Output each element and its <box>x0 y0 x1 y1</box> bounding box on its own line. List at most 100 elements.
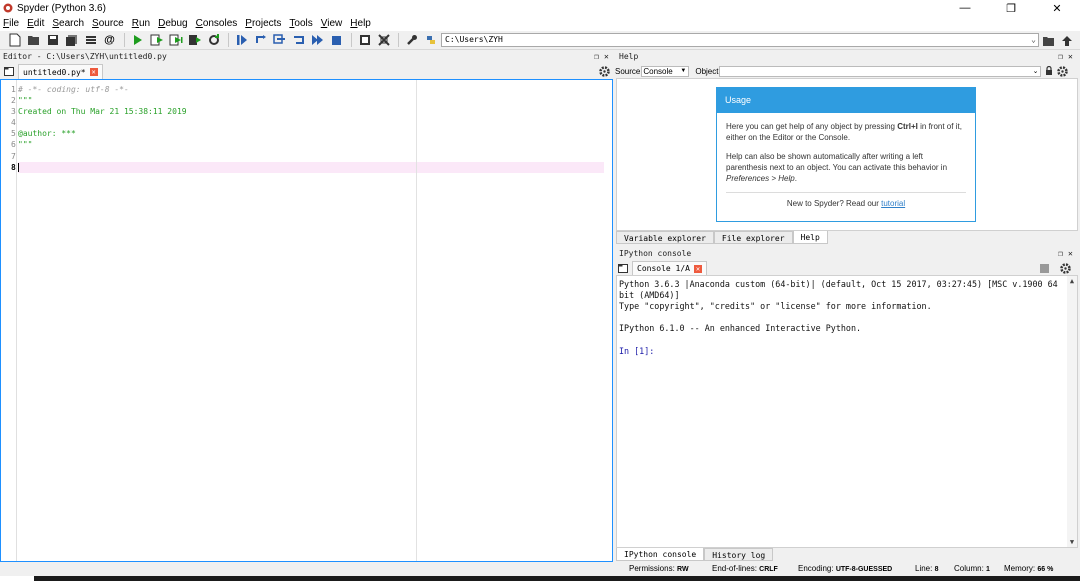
code-editor[interactable]: 1 # -*- coding: utf-8 -*- 2 """ 3 Create… <box>0 79 613 562</box>
close-tab-icon[interactable]: ✕ <box>89 68 98 76</box>
menu-view[interactable]: View <box>321 18 343 29</box>
memory-status: Memory: 66 % <box>1004 562 1053 577</box>
tab-untitled0[interactable]: untitled0.py* ✕ <box>18 64 103 79</box>
status-label: Line: <box>915 564 933 573</box>
eol-status: End-of-lines: CRLF <box>712 562 778 577</box>
menu-file[interactable]: File <box>3 18 19 29</box>
tab-console-1a[interactable]: Console 1/A ✕ <box>632 260 707 276</box>
menu-search[interactable]: Search <box>52 18 84 29</box>
step-into-icon[interactable] <box>271 32 288 49</box>
chevron-down-icon[interactable]: ⌄ <box>1031 34 1036 46</box>
fullscreen-icon[interactable] <box>375 32 392 49</box>
save-icon[interactable] <box>44 32 61 49</box>
options-gear-icon[interactable] <box>1057 65 1069 77</box>
stop-debug-icon[interactable] <box>328 32 345 49</box>
run-cell-icon[interactable] <box>148 32 165 49</box>
browse-folder-icon[interactable] <box>1040 32 1057 49</box>
usage-paragraph-2: Help can also be shown automatically aft… <box>726 151 966 184</box>
source-select-value: Console <box>643 66 673 76</box>
tab-variable-explorer[interactable]: Variable explorer <box>616 231 714 244</box>
browse-tabs-icon[interactable] <box>0 67 18 76</box>
close-pane-icon[interactable]: ✕ <box>604 51 609 62</box>
at-sign-icon[interactable]: @ <box>101 32 118 49</box>
menu-tools[interactable]: Tools <box>289 18 312 29</box>
rerun-icon[interactable] <box>205 32 222 49</box>
tab-ipython-console[interactable]: IPython console <box>616 548 705 561</box>
status-label: Memory: <box>1004 564 1036 573</box>
preferences-path: Preferences > Help <box>726 174 795 183</box>
console-output-line: IPython 6.1.0 -- An enhanced Interactive… <box>619 323 862 333</box>
console-output-line: bit (AMD64)] <box>619 290 680 300</box>
tab-history-log[interactable]: History log <box>704 548 774 561</box>
step-icon[interactable] <box>252 32 269 49</box>
minimize-button[interactable]: — <box>942 0 988 16</box>
menu-bar: File Edit Search Source Run Debug Consol… <box>0 16 1080 31</box>
maximize-button[interactable]: ❐ <box>988 0 1034 16</box>
help-area-tabs: Variable explorer File explorer Help <box>616 231 828 244</box>
line-number: 4 <box>11 118 16 127</box>
tutorial-link[interactable]: tutorial <box>881 199 905 208</box>
working-directory-value: C:\Users\ZYH <box>445 35 503 44</box>
close-window-button[interactable]: ✕ <box>1034 0 1080 16</box>
usage-title: Usage <box>717 88 975 113</box>
menu-consoles[interactable]: Consoles <box>196 18 238 29</box>
status-value: UTF-8-GUESSED <box>835 566 893 573</box>
line-number: 6 <box>11 140 16 149</box>
scroll-down-icon[interactable]: ▼ <box>1067 537 1077 547</box>
save-all-icon[interactable] <box>63 32 80 49</box>
usage-footer: New to Spyder? Read our tutorial <box>726 192 966 208</box>
code-line: """ <box>18 140 33 149</box>
close-pane-icon[interactable]: ✕ <box>1068 51 1073 62</box>
parent-directory-icon[interactable] <box>1058 32 1075 49</box>
list-icon[interactable] <box>82 32 99 49</box>
continue-icon[interactable] <box>309 32 326 49</box>
console-pane-title: IPython console <box>619 249 692 258</box>
status-value: 1 <box>986 566 990 573</box>
lock-icon[interactable] <box>1045 66 1053 76</box>
options-gear-icon[interactable] <box>1060 263 1071 274</box>
open-folder-icon[interactable] <box>25 32 42 49</box>
undock-icon[interactable]: ❐ <box>1058 51 1063 62</box>
menu-edit[interactable]: Edit <box>27 18 44 29</box>
menu-help[interactable]: Help <box>350 18 371 29</box>
undock-icon[interactable]: ❐ <box>1058 248 1063 259</box>
line-number-current: 8 <box>11 163 16 172</box>
browse-tabs-icon[interactable] <box>614 263 632 273</box>
menu-debug[interactable]: Debug <box>158 18 187 29</box>
run-selection-icon[interactable] <box>186 32 203 49</box>
preferences-wrench-icon[interactable] <box>403 32 420 49</box>
code-line: Created on Thu Mar 21 15:38:11 2019 <box>18 107 187 116</box>
menu-source[interactable]: Source <box>92 18 124 29</box>
tab-help[interactable]: Help <box>792 231 828 244</box>
chevron-down-icon[interactable]: ⌄ <box>1033 67 1039 76</box>
shortcut-key: Ctrl+I <box>897 122 918 131</box>
line-number: 7 <box>11 152 16 161</box>
close-tab-icon[interactable]: ✕ <box>693 264 702 273</box>
ipython-console[interactable]: Python 3.6.3 |Anaconda custom (64-bit)| … <box>616 275 1078 548</box>
source-select[interactable]: Console ▼ <box>641 65 690 77</box>
options-gear-icon[interactable] <box>599 66 610 77</box>
console-output-line: Python 3.6.3 |Anaconda custom (64-bit)| … <box>619 279 1058 289</box>
run-cell-advance-icon[interactable] <box>167 32 184 49</box>
run-icon[interactable] <box>129 32 146 49</box>
menu-run[interactable]: Run <box>132 18 150 29</box>
working-directory-combobox[interactable]: C:\Users\ZYH ⌄ <box>441 33 1039 47</box>
text-cursor <box>18 163 19 172</box>
python-path-icon[interactable] <box>422 32 439 49</box>
undock-icon[interactable]: ❐ <box>594 51 599 62</box>
console-scrollbar[interactable]: ▲ ▼ <box>1067 276 1077 547</box>
tab-label: untitled0.py* <box>23 67 86 77</box>
stop-kernel-icon[interactable] <box>1040 264 1049 273</box>
debug-icon[interactable] <box>233 32 250 49</box>
menu-projects[interactable]: Projects <box>245 18 281 29</box>
line-number: 1 <box>11 85 16 94</box>
object-input[interactable]: ⌄ <box>719 65 1042 77</box>
new-file-icon[interactable] <box>6 32 23 49</box>
scroll-up-icon[interactable]: ▲ <box>1067 276 1077 286</box>
maximize-pane-icon[interactable] <box>356 32 373 49</box>
step-return-icon[interactable] <box>290 32 307 49</box>
tab-file-explorer[interactable]: File explorer <box>713 231 793 244</box>
editor-pane-title: Editor - C:\Users\ZYH\untitled0.py <box>3 52 167 61</box>
dropdown-arrow-icon: ▼ <box>680 67 687 74</box>
close-pane-icon[interactable]: ✕ <box>1068 248 1073 259</box>
